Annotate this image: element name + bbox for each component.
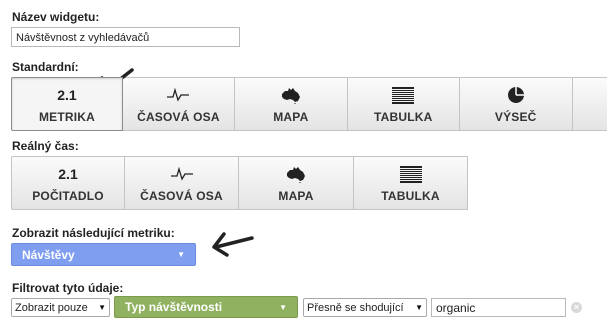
map-icon (286, 163, 306, 185)
widget-name-input[interactable]: Návštěvnost z vyhledávačů (11, 27, 240, 47)
chevron-down-icon: ▼ (415, 303, 423, 312)
metric-label: Zobrazit následující metriku: (12, 226, 175, 240)
filter-dimension-dropdown[interactable]: Typ návštěvnosti ▼ (114, 296, 298, 318)
standard-label: Standardní: (12, 60, 79, 74)
standard-timeline-button[interactable]: ČASOVÁ OSA (121, 77, 235, 131)
standard-pie-button[interactable]: VÝSEČ (458, 77, 573, 131)
realtime-table-button[interactable]: TABULKA (353, 156, 468, 210)
table-icon (392, 84, 415, 106)
standard-metric-label: METRIKA (38, 110, 95, 124)
map-icon (281, 84, 301, 106)
timeline-icon (167, 84, 190, 106)
pie-icon (507, 84, 525, 106)
realtime-counter-button[interactable]: 2.1 POČITADLO (11, 156, 125, 210)
standard-table-button[interactable]: TABULKA (346, 77, 460, 131)
annotation-arrow-icon (212, 232, 254, 257)
filter-label: Filtrovat tyto údaje: (12, 281, 124, 295)
realtime-map-button[interactable]: MAPA (238, 156, 354, 210)
widget-name-label: Název widgetu: (12, 10, 100, 24)
metric-dropdown-value: Návštěvy (22, 247, 75, 262)
standard-button-group: 2.1 METRIKA ČASOVÁ OSA MAPA TABULKA VÝSE… (11, 77, 607, 131)
metric-dropdown[interactable]: Návštěvy ▼ (11, 243, 196, 266)
filter-match-select[interactable]: Přesně se shodující ▼ (303, 298, 427, 317)
number-icon: 2.1 (57, 87, 77, 103)
filter-dimension-value: Typ návštěvnosti (125, 300, 223, 314)
number-icon: 2.1 (58, 166, 78, 182)
chevron-down-icon: ▼ (279, 302, 287, 312)
standard-metric-button[interactable]: 2.1 METRIKA (11, 77, 123, 131)
realtime-table-label: TABULKA (381, 189, 440, 203)
standard-map-button[interactable]: MAPA (233, 77, 348, 131)
filter-value-input[interactable]: organic (431, 298, 566, 317)
realtime-timeline-button[interactable]: ČASOVÁ OSA (124, 156, 239, 210)
filter-mode-value: Zobrazit pouze (15, 301, 88, 314)
table-icon (399, 163, 422, 185)
standard-more-button[interactable] (571, 77, 607, 131)
realtime-timeline-label: ČASOVÁ OSA (140, 189, 223, 203)
filter-mode-select[interactable]: Zobrazit pouze ▼ (11, 298, 110, 317)
standard-pie-label: VÝSEČ (494, 110, 537, 124)
realtime-counter-label: POČITADLO (32, 189, 104, 203)
standard-timeline-label: ČASOVÁ OSA (137, 110, 220, 124)
filter-match-value: Přesně se shodující (307, 301, 404, 314)
realtime-map-label: MAPA (278, 189, 314, 203)
standard-table-label: TABULKA (374, 110, 433, 124)
timeline-icon (170, 163, 193, 185)
clear-icon[interactable]: × (571, 302, 582, 313)
chevron-down-icon: ▼ (177, 250, 185, 259)
realtime-button-group: 2.1 POČITADLO ČASOVÁ OSA MAPA TABULKA (11, 156, 468, 210)
chevron-down-icon: ▼ (98, 303, 106, 312)
realtime-label: Reálný čas: (12, 139, 79, 153)
standard-map-label: MAPA (273, 110, 309, 124)
